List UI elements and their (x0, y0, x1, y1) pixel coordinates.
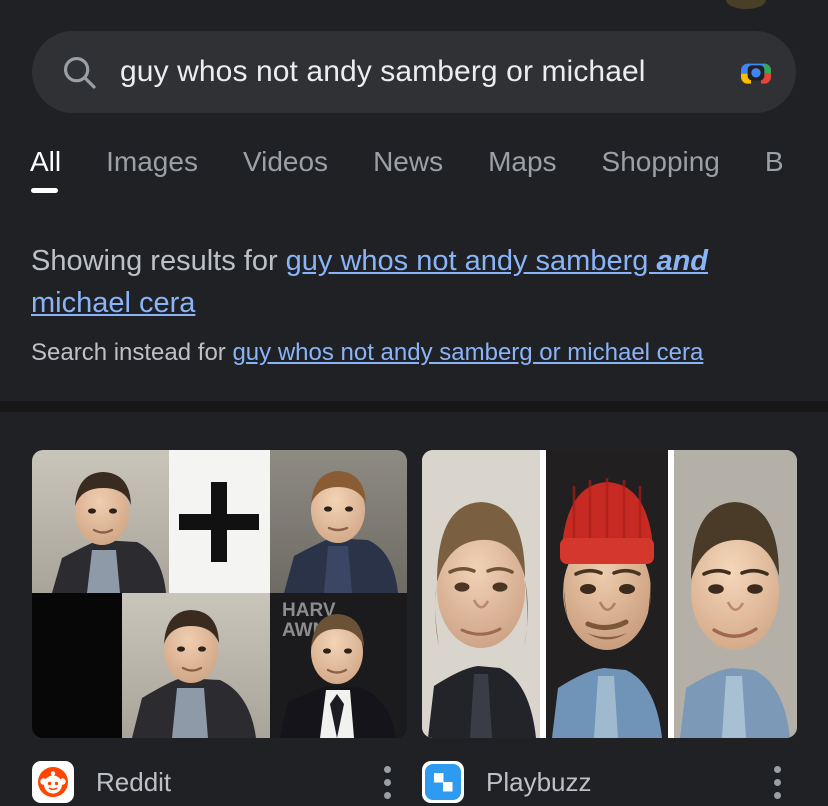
tab-shopping-label: Shopping (601, 146, 720, 177)
result-source-playbuzz: Playbuzz (486, 766, 592, 797)
tab-shopping[interactable]: Shopping (602, 140, 720, 179)
tab-all[interactable]: All (30, 140, 62, 193)
google-lens-icon[interactable] (734, 50, 778, 94)
tabs-scroller[interactable]: All Images Videos News Maps Shopping B (0, 140, 828, 202)
result-meta-reddit: Reddit (32, 758, 407, 806)
search-instead-prefix: Search instead for (31, 339, 233, 366)
tab-books-label: B (764, 146, 784, 177)
kebab-menu-icon[interactable] (757, 761, 797, 803)
tab-images[interactable]: Images (106, 140, 198, 179)
tab-news-label: News (373, 146, 444, 177)
search-tabs[interactable]: All Images Videos News Maps Shopping B (0, 140, 828, 202)
partial-top-element (726, 0, 766, 9)
tab-videos-label: Videos (242, 146, 329, 177)
result-thumbnail-playbuzz[interactable] (422, 450, 797, 738)
reddit-icon (32, 761, 74, 803)
result-card-playbuzz[interactable]: Playbuzz (422, 450, 797, 806)
search-icon (60, 53, 98, 91)
spell-correction-block: Showing results for guy whos not andy sa… (31, 240, 808, 369)
tab-images-label: Images (106, 146, 198, 177)
kebab-menu-icon[interactable] (367, 761, 407, 803)
search-input[interactable]: guy whos not andy samberg or michael (120, 57, 728, 87)
corrected-query-emphasis: and (656, 245, 709, 277)
search-bar[interactable]: guy whos not andy samberg or michael (32, 31, 796, 113)
search-instead-link[interactable]: guy whos not andy samberg or michael cer… (232, 339, 703, 366)
tab-maps-label: Maps (488, 146, 557, 177)
tab-news[interactable]: News (373, 140, 443, 179)
result-card-reddit[interactable]: HARV AWN Reddit (32, 450, 407, 806)
result-source-reddit: Reddit (96, 766, 172, 797)
section-separator (0, 401, 828, 412)
result-thumbnail-reddit[interactable]: HARV AWN (32, 450, 407, 738)
tab-maps[interactable]: Maps (488, 140, 556, 179)
corrected-query-after: michael cera (31, 287, 196, 319)
tab-videos[interactable]: Videos (243, 140, 328, 179)
showing-results-prefix: Showing results for (31, 245, 286, 277)
tab-all-label: All (30, 146, 62, 177)
tab-books-partial[interactable]: B (765, 140, 784, 179)
showing-results-line: Showing results for guy whos not andy sa… (31, 240, 801, 324)
search-instead-line: Search instead for guy whos not andy sam… (31, 337, 808, 369)
playbuzz-icon (422, 761, 464, 803)
search-pill[interactable]: guy whos not andy samberg or michael (32, 31, 796, 113)
tab-active-underline (31, 188, 59, 193)
result-meta-playbuzz: Playbuzz (422, 758, 797, 806)
corrected-query-before: guy whos not andy samberg (285, 245, 657, 277)
